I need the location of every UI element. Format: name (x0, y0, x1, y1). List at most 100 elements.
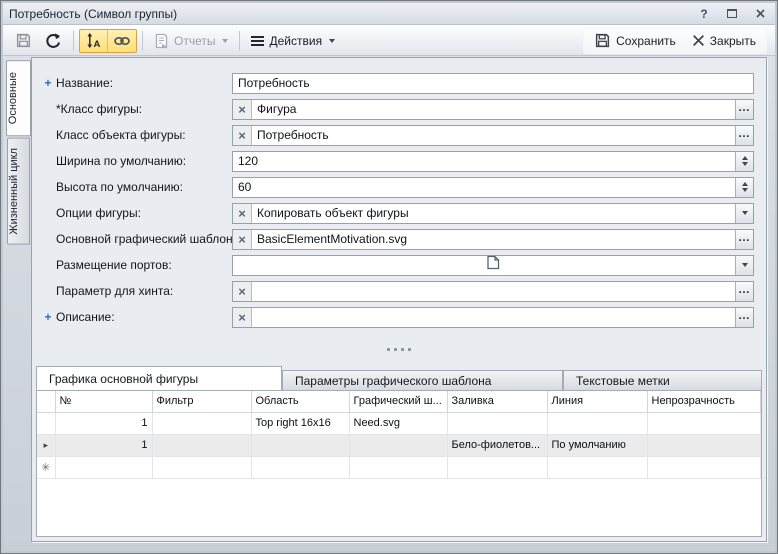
link-toggle[interactable] (107, 30, 136, 52)
field-input[interactable]: × Копировать объект фигуры … (232, 203, 754, 224)
grid-cell[interactable] (647, 456, 761, 478)
ellipsis-button[interactable]: … (735, 282, 753, 301)
grid-cell[interactable] (547, 412, 647, 434)
field-value[interactable] (233, 256, 735, 275)
save-and-keep-button[interactable]: Сохранить (588, 29, 682, 53)
auto-height-toggle[interactable]: A (80, 30, 107, 52)
clear-value-button[interactable]: × (233, 282, 252, 301)
chevron-down-icon (329, 39, 335, 43)
save-button[interactable] (9, 29, 38, 53)
maximize-button[interactable] (725, 7, 739, 21)
field-row-opisanie: + Описание: × … (40, 306, 754, 328)
toolbar-toggle-group: A (79, 29, 137, 53)
bottom-tab-label: Параметры графического шаблона (295, 374, 491, 388)
grid-cell[interactable]: Need.svg (349, 412, 447, 434)
field-input[interactable]: × Потребность … (232, 73, 754, 94)
table-row[interactable]: ▸1 Бело-фиолетов...По умолчанию (37, 434, 761, 456)
grid-cell[interactable] (152, 434, 251, 456)
grid-cell[interactable] (547, 456, 647, 478)
bottom-tab-parametry-graficheskogo-shablona[interactable]: Параметры графического шаблона (282, 370, 563, 390)
field-value[interactable]: Копировать объект фигуры (252, 204, 735, 223)
grid-cell[interactable]: 1 (55, 412, 152, 434)
field-row-klass-figury: *Класс фигуры: × Фигура … (40, 98, 754, 120)
grid-cell[interactable] (251, 456, 349, 478)
help-button[interactable]: ? (697, 7, 711, 21)
ellipsis-button[interactable]: … (735, 100, 753, 119)
spinner-buttons[interactable] (735, 178, 753, 197)
field-value[interactable]: 60 (233, 178, 735, 197)
grid-cell[interactable] (447, 412, 547, 434)
bottom-tab-grafika-osnovnoj-figury[interactable]: Графика основной фигуры (36, 366, 282, 390)
grid-cell[interactable]: По умолчанию (547, 434, 647, 456)
actions-button[interactable]: Действия (245, 29, 341, 53)
bottom-tab-tekstovye-metki[interactable]: Текстовые метки (563, 370, 762, 390)
side-tab-zhiznennyj-cikl[interactable]: Жизненный цикл (7, 138, 30, 245)
grid-cell[interactable]: Top right 16x16 (251, 412, 349, 434)
clear-value-button[interactable]: × (233, 126, 252, 145)
grid-cell[interactable]: 1 (55, 434, 152, 456)
ellipsis-button[interactable]: … (735, 230, 753, 249)
grid-cell[interactable] (647, 412, 761, 434)
clear-value-button[interactable]: × (233, 308, 252, 327)
field-value[interactable]: BasicElementMotivation.svg (252, 230, 735, 249)
ellipsis-button[interactable]: … (735, 308, 753, 327)
dropdown-button[interactable] (735, 256, 753, 275)
toolbar-right-group: Сохранить Закрыть (583, 28, 767, 54)
field-value[interactable]: Фигура (252, 100, 735, 119)
field-value[interactable] (252, 282, 735, 301)
field-value[interactable] (252, 308, 735, 327)
field-value[interactable]: Потребность (233, 74, 753, 93)
spinner-buttons[interactable] (735, 152, 753, 171)
clear-value-button[interactable]: × (233, 230, 252, 249)
grid-column-header[interactable]: Линия (547, 391, 647, 412)
grid-column-header[interactable]: Заливка (447, 391, 547, 412)
clear-value-button[interactable]: × (233, 100, 252, 119)
close-button[interactable]: Закрыть (686, 29, 762, 53)
grid-cell[interactable] (349, 434, 447, 456)
field-label: Название: (56, 76, 232, 90)
bottom-tab-label: Графика основной фигуры (49, 372, 198, 386)
grid-cell[interactable] (55, 456, 152, 478)
row-indicator-cell[interactable]: ▸ (37, 434, 55, 456)
side-tab-osnovnye[interactable]: Основные (6, 60, 31, 136)
field-value[interactable]: 120 (233, 152, 735, 171)
grid-column-header[interactable]: Непрозрачность (647, 391, 761, 412)
grid-cell[interactable] (349, 456, 447, 478)
ellipsis-button[interactable]: … (735, 126, 753, 145)
field-input[interactable]: × Потребность … (232, 125, 754, 146)
field-input[interactable]: × 60 … (232, 177, 754, 198)
grid-column-header[interactable]: Графический ш... (349, 391, 447, 412)
grid-column-header[interactable]: Область (251, 391, 349, 412)
expander-plus-icon[interactable]: + (40, 310, 56, 324)
row-indicator-cell[interactable]: ✳ (37, 456, 55, 478)
grid-cell[interactable]: Бело-фиолетов... (447, 434, 547, 456)
reports-button[interactable]: Отчеты (148, 29, 234, 53)
field-input[interactable]: × … (232, 307, 754, 328)
grid-cell[interactable] (251, 434, 349, 456)
spin-down-icon (742, 188, 748, 192)
field-value[interactable]: Потребность (252, 126, 735, 145)
refresh-button[interactable] (38, 29, 68, 53)
grid-column-header[interactable]: № (55, 391, 152, 412)
toolbar-separator (73, 31, 74, 51)
grid-cell[interactable] (152, 456, 251, 478)
expander-plus-icon[interactable]: + (40, 76, 56, 90)
table-row[interactable]: ✳ (37, 456, 761, 478)
field-input[interactable]: × Фигура … (232, 99, 754, 120)
hamburger-icon (251, 36, 264, 46)
field-input[interactable]: × … (232, 255, 754, 276)
grid-cell[interactable] (647, 434, 761, 456)
table-row[interactable]: 1 Top right 16x16Need.svg (37, 412, 761, 434)
close-window-button[interactable] (753, 7, 767, 21)
grid-column-header[interactable]: Фильтр (152, 391, 251, 412)
field-input[interactable]: × 120 … (232, 151, 754, 172)
field-input[interactable]: × BasicElementMotivation.svg … (232, 229, 754, 250)
grid-cell[interactable] (447, 456, 547, 478)
dropdown-button[interactable] (735, 204, 753, 223)
field-input[interactable]: × … (232, 281, 754, 302)
toolbar-separator (142, 31, 143, 51)
grid-cell[interactable] (152, 412, 251, 434)
splitter-handle[interactable] (32, 332, 766, 366)
row-indicator-cell[interactable] (37, 412, 55, 434)
clear-value-button[interactable]: × (233, 204, 252, 223)
